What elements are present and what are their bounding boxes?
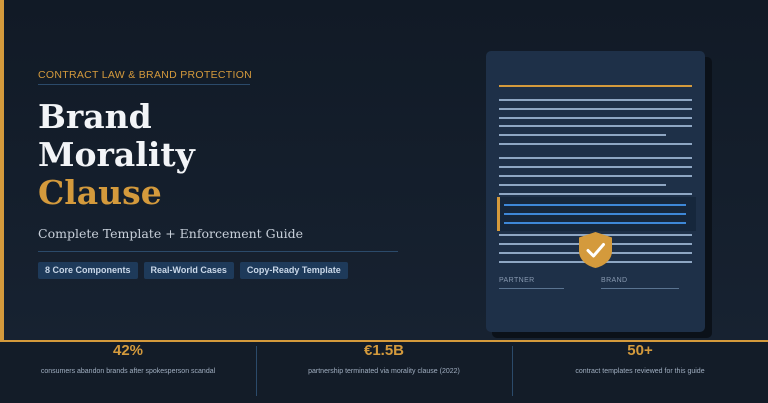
signature-label-partner: PARTNER (499, 277, 535, 284)
stat-label: consumers abandon brands after spokesper… (40, 368, 216, 375)
kicker-divider (38, 84, 250, 85)
title-line-brand: Brand (38, 97, 152, 136)
kicker: CONTRACT LAW & BRAND PROTECTION (38, 69, 253, 81)
page-title: Brand Morality Clause (38, 98, 195, 212)
highlighted-clause-line (504, 213, 686, 215)
document-text-line (499, 125, 692, 127)
document-header-rule (499, 85, 692, 87)
subtitle-divider (38, 251, 398, 252)
subtitle: Complete Template + Enforcement Guide (38, 226, 304, 241)
title-line-clause: Clause (38, 173, 162, 212)
stat-label: contract templates reviewed for this gui… (575, 368, 705, 375)
tag-core-components: 8 Core Components (38, 262, 138, 279)
stat-item: €1.5B partnership terminated via moralit… (256, 342, 512, 375)
signature-line-partner (499, 288, 564, 289)
document-text-line (499, 108, 692, 110)
stats-divider (256, 346, 257, 396)
tag-real-world-cases: Real-World Cases (143, 262, 234, 279)
title-line-morality: Morality (38, 135, 195, 174)
document-text-line (499, 134, 666, 136)
document-text-line (499, 184, 666, 186)
tag-list: 8 Core Components Real-World Cases Copy-… (38, 262, 348, 279)
stats-divider (512, 346, 513, 396)
stat-value: 42% (112, 342, 144, 359)
accent-bar (0, 0, 4, 340)
document-text-line (499, 193, 692, 195)
document-text-line (499, 143, 692, 145)
stat-label: partnership terminated via morality clau… (308, 368, 460, 375)
stat-value: €1.5B (363, 342, 405, 359)
document-text-line (499, 117, 692, 119)
signature-label-brand: BRAND (601, 277, 628, 284)
signature-line-brand (601, 288, 679, 289)
document-text-line (499, 175, 692, 177)
document-text-line (499, 157, 692, 159)
tag-copy-ready-template: Copy-Ready Template (239, 262, 348, 279)
shield-check-icon (579, 232, 612, 268)
stat-item: 42% consumers abandon brands after spoke… (0, 342, 256, 375)
highlighted-clause-line (504, 222, 686, 224)
stats-bar: 42% consumers abandon brands after spoke… (0, 342, 768, 403)
document-text-line (499, 166, 692, 168)
stat-value: 50+ (627, 342, 653, 359)
contract-document-illustration (486, 51, 705, 332)
stat-item: 50+ contract templates reviewed for this… (512, 342, 768, 375)
highlighted-clause-line (504, 204, 686, 206)
document-text-line (499, 99, 692, 101)
